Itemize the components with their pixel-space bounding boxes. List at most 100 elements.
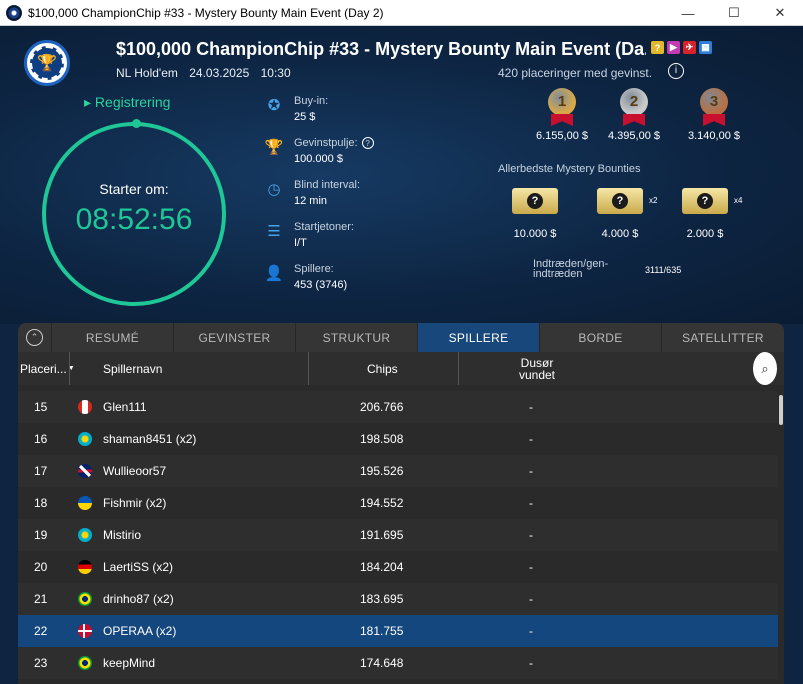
player-bounty: -: [529, 656, 533, 670]
buyin-value: 25 $: [294, 111, 316, 123]
medal-ribbon-icon: [623, 114, 645, 126]
question-icon: ?: [527, 193, 543, 209]
player-list: 15 Glen111 206.766 - 16 shaman8451 (x2) 198.50…: [18, 391, 778, 679]
trophy-icon: 🏆: [30, 46, 64, 80]
player-place: 22: [34, 624, 48, 638]
player-chips: 174.648: [360, 656, 404, 670]
player-place: 21: [34, 592, 48, 606]
flag-gb-icon: [78, 464, 92, 478]
player-bounty: -: [529, 496, 533, 510]
mystery-ticket-icon: ? x2: [597, 188, 657, 214]
table-row[interactable]: 19 Mistirio 191.695 -: [18, 519, 778, 551]
table-row[interactable]: 23 keepMind 174.648 -: [18, 647, 778, 679]
player-place: 20: [34, 560, 48, 574]
tab-bar: ⌃ RESUMÉ GEVINSTER STRUKTUR SPILLERE BORDE SA…: [18, 323, 784, 352]
player-place: 23: [34, 656, 48, 670]
player-chips: 195.526: [360, 464, 404, 478]
registration-link[interactable]: ▸ Registrering: [84, 94, 170, 111]
bounty-multiplier: x2: [649, 196, 658, 205]
prize-medal-1: 1 6.155,00 $: [522, 88, 602, 142]
player-place: 17: [34, 464, 48, 478]
column-divider: [308, 352, 309, 385]
tab-resum[interactable]: RESUMÉ: [51, 323, 173, 352]
col-bounty[interactable]: Dusør vundet: [512, 352, 562, 385]
table-row[interactable]: 22 OPERAA (x2) 181.755 -: [18, 615, 778, 647]
table-row[interactable]: 16 shaman8451 (x2) 198.508 -: [18, 423, 778, 455]
tab-gevinster[interactable]: GEVINSTER: [173, 323, 295, 352]
tab-spillere[interactable]: SPILLERE: [417, 323, 539, 352]
col-chips[interactable]: Chips: [367, 352, 398, 385]
table-row[interactable]: 15 Glen111 206.766 -: [18, 391, 778, 423]
tab-struktur[interactable]: STRUKTUR: [295, 323, 417, 352]
medal-3-icon: 3: [700, 88, 728, 116]
player-name: OPERAA (x2): [103, 624, 177, 638]
player-bounty: -: [529, 592, 533, 606]
countdown-label: Starter om:: [99, 181, 169, 197]
table-row[interactable]: 18 Fishmir (x2) 194.552 -: [18, 487, 778, 519]
player-name: Fishmir (x2): [103, 496, 167, 510]
column-divider: [69, 352, 70, 385]
tab-satellitter[interactable]: SATELLITTER: [661, 323, 784, 352]
col-place-label: Placeri...: [20, 361, 67, 376]
collapse-button[interactable]: ⌃: [18, 323, 51, 352]
players-label: Spillere:: [294, 263, 334, 275]
medal-ribbon-icon: [551, 114, 573, 126]
player-bounty: -: [529, 624, 533, 638]
prize-amount: 3.140,00 $: [688, 130, 740, 142]
prizepool-help-icon[interactable]: ?: [361, 137, 374, 149]
col-place[interactable]: Placeri... ▼: [20, 352, 75, 385]
search-button[interactable]: ⌕: [753, 352, 777, 385]
game-type: NL Hold'em: [116, 66, 178, 80]
prize-medal-2: 2 4.395,00 $: [594, 88, 674, 142]
grid-badge-icon[interactable]: ▦: [699, 41, 712, 54]
reentry-label: Indtræden/gen-indtræden: [533, 258, 609, 280]
person-icon: 👤: [264, 265, 284, 282]
col-name[interactable]: Spillernavn: [103, 352, 162, 385]
player-name: shaman8451 (x2): [103, 432, 197, 446]
flight-badge-icon[interactable]: ✈: [683, 41, 696, 54]
players-info: 👤 Spillere: 453 (3746): [264, 263, 348, 291]
table-row[interactable]: 21 drinho87 (x2) 183.695 -: [18, 583, 778, 615]
details-panel: ⌃ RESUMÉ GEVINSTER STRUKTUR SPILLERE BORDE SA…: [18, 323, 784, 684]
player-chips: 183.695: [360, 592, 404, 606]
player-bounty: -: [529, 528, 533, 542]
window-title: $100,000 ChampionChip #33 - Mystery Boun…: [28, 6, 384, 20]
minimize-button[interactable]: —: [665, 0, 711, 26]
question-icon: ?: [697, 193, 713, 209]
player-place: 16: [34, 432, 48, 446]
medal-1-icon: 1: [548, 88, 576, 116]
flag-kz-icon: [78, 528, 92, 542]
player-table-header: Placeri... ▼ Spillernavn Chips Dusør vund…: [18, 352, 784, 385]
bounty-multiplier: x4: [734, 196, 743, 205]
buyin-label: Buy-in:: [294, 95, 329, 107]
tournament-header: 🏆 $100,000 ChampionChip #33 - Mystery Bo…: [0, 26, 803, 324]
blind-label: Blind interval:: [294, 179, 361, 191]
scrollbar-thumb[interactable]: [779, 395, 783, 425]
clock-progress-dot: [132, 119, 141, 128]
table-row[interactable]: 17 Wullieoor57 195.526 -: [18, 455, 778, 487]
blind-info: ◷ Blind interval: 12 min: [264, 179, 360, 207]
close-button[interactable]: ✕: [757, 0, 803, 26]
blind-value: 12 min: [294, 195, 328, 207]
player-bounty: -: [529, 432, 533, 446]
clock-icon: ◷: [267, 181, 281, 198]
player-chips: 191.695: [360, 528, 404, 542]
mystery-bounty-item: ? x4 2.000 $: [660, 188, 750, 240]
countdown-time: 08:52:56: [75, 203, 193, 236]
player-place: 19: [34, 528, 48, 542]
prize-medal-3: 3 3.140,00 $: [674, 88, 754, 142]
chips-info: ☰ Startjetoner: I/T: [264, 221, 354, 249]
flag-de-icon: [78, 560, 92, 574]
info-icon[interactable]: i: [668, 63, 684, 79]
player-place: 15: [34, 400, 48, 414]
question-badge-icon[interactable]: ?: [651, 41, 664, 54]
table-row[interactable]: 20 LaertiSS (x2) 184.204 -: [18, 551, 778, 583]
reentry-value: 3111/635: [645, 265, 682, 275]
prize-amount: 6.155,00 $: [536, 130, 588, 142]
player-chips: 198.508: [360, 432, 404, 446]
player-name: keepMind: [103, 656, 156, 670]
tab-borde[interactable]: BORDE: [539, 323, 661, 352]
maximize-button[interactable]: ☐: [711, 0, 757, 26]
tournament-title: $100,000 ChampionChip #33 - Mystery Boun…: [116, 39, 646, 59]
video-badge-icon[interactable]: ▶: [667, 41, 680, 54]
